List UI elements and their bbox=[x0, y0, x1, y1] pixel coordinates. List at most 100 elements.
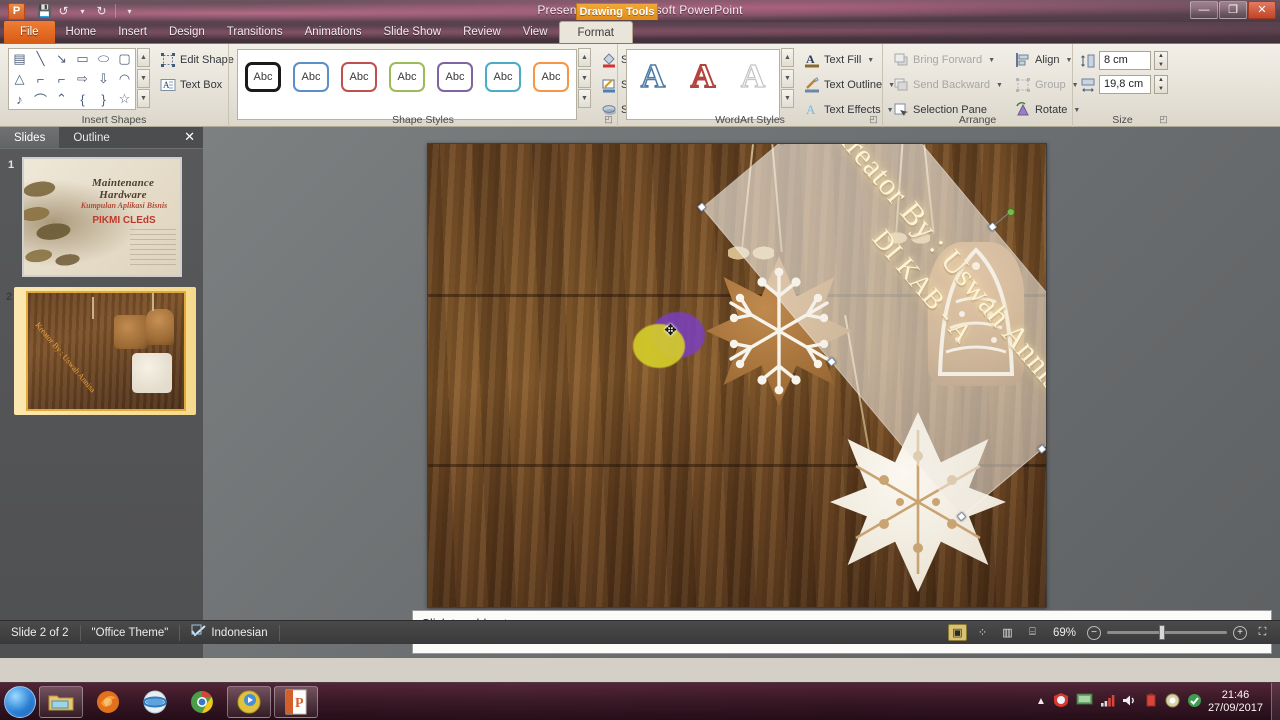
shape-left-brace-icon[interactable]: { bbox=[72, 89, 93, 109]
size-dialog-launcher-icon[interactable]: ◰ bbox=[1158, 114, 1169, 125]
shape-elbow-arrow-icon[interactable]: ⌐ bbox=[51, 69, 72, 89]
shape-oval-icon[interactable]: ⬭ bbox=[93, 49, 114, 69]
shape-line-icon[interactable]: ╲ bbox=[30, 49, 51, 69]
shape-styles-gallery[interactable]: Abc Abc Abc Abc Abc Abc Abc bbox=[237, 49, 577, 120]
slideshow-button[interactable]: ⌸ bbox=[1023, 624, 1042, 641]
tab-file[interactable]: File bbox=[4, 21, 55, 43]
security-icon[interactable] bbox=[1187, 693, 1202, 711]
shape-right-brace-icon[interactable]: } bbox=[93, 89, 114, 109]
shape-height-input[interactable]: 8 cm bbox=[1099, 51, 1151, 70]
tab-review[interactable]: Review bbox=[452, 21, 512, 43]
shapes-gallery-scroll[interactable]: ▲ ▼ ▼ bbox=[137, 48, 150, 108]
internet-explorer-icon[interactable] bbox=[133, 686, 177, 718]
slide-sorter-button[interactable]: ⁘ bbox=[973, 624, 992, 641]
tab-design[interactable]: Design bbox=[158, 21, 216, 43]
network-monitor-icon[interactable] bbox=[1076, 693, 1093, 710]
battery-icon[interactable] bbox=[1144, 693, 1158, 710]
wordart-style-swatch[interactable]: A bbox=[730, 53, 776, 101]
shape-style-swatch[interactable]: Abc bbox=[433, 53, 477, 101]
wordart-style-swatch[interactable]: A bbox=[630, 53, 676, 101]
maximize-button[interactable]: ❐ bbox=[1219, 1, 1247, 19]
zoom-in-button[interactable]: + bbox=[1233, 625, 1247, 640]
update-icon[interactable] bbox=[1165, 693, 1180, 711]
wordart-scroll-down-icon[interactable]: ▼ bbox=[781, 68, 794, 88]
wordart-style-swatch[interactable]: A bbox=[680, 53, 726, 101]
powerpoint-icon[interactable]: P bbox=[274, 685, 318, 718]
height-down-icon[interactable]: ▼ bbox=[1155, 61, 1167, 70]
signal-icon[interactable] bbox=[1100, 694, 1115, 710]
shape-star-icon[interactable]: ☆ bbox=[114, 89, 135, 109]
shape-cloud-icon[interactable]: ◠ bbox=[114, 69, 135, 89]
slide-thumbnail-2[interactable]: 2 Kreator By : Uswah Annisa bbox=[6, 287, 196, 415]
shapes-gallery[interactable]: ▤ ╲ ↘ ▭ ⬭ ▢ △ ⌐ ⌐ ⇨ ⇩ ◠ ♪ ⌒ ⌃ { } ☆ bbox=[8, 48, 136, 110]
slide-thumbnail-1-canvas[interactable]: Maintenance Hardware Kumpulan Aplikasi B… bbox=[22, 157, 182, 277]
shape-arc-icon[interactable]: ⌃ bbox=[51, 89, 72, 109]
normal-view-button[interactable]: ▣ bbox=[947, 624, 967, 641]
shape-right-arrow-icon[interactable]: ⇨ bbox=[72, 69, 93, 89]
shape-height-stepper[interactable]: ▲ ▼ bbox=[1154, 51, 1168, 70]
firefox-icon[interactable] bbox=[86, 686, 130, 718]
shape-style-swatch[interactable]: Abc bbox=[241, 53, 285, 101]
tab-home[interactable]: Home bbox=[55, 21, 108, 43]
shape-style-swatch[interactable]: Abc bbox=[385, 53, 429, 101]
shape-style-swatch[interactable]: Abc bbox=[337, 53, 381, 101]
tab-animations[interactable]: Animations bbox=[294, 21, 373, 43]
shape-width-stepper[interactable]: ▲ ▼ bbox=[1154, 75, 1168, 94]
shape-styles-scroll-up-icon[interactable]: ▲ bbox=[578, 48, 591, 67]
shape-elbow-connector-icon[interactable]: ⌐ bbox=[30, 69, 51, 89]
wordart-styles-scroll[interactable]: ▲ ▼ ▼ bbox=[781, 48, 794, 108]
send-backward-chevron-down-icon[interactable]: ▼ bbox=[996, 82, 1003, 89]
width-up-icon[interactable]: ▲ bbox=[1155, 76, 1167, 85]
reading-view-button[interactable]: ▥ bbox=[998, 624, 1017, 641]
shape-style-swatch[interactable]: Abc bbox=[289, 53, 333, 101]
tab-outline[interactable]: Outline bbox=[59, 127, 123, 148]
google-chrome-icon[interactable] bbox=[180, 686, 224, 718]
bring-forward-button[interactable]: Bring Forward ▼ bbox=[889, 50, 1007, 70]
antivirus-icon[interactable] bbox=[1053, 692, 1069, 711]
shape-styles-more-icon[interactable]: ▼ bbox=[578, 89, 591, 108]
wordart-dialog-launcher-icon[interactable]: ◰ bbox=[868, 114, 879, 125]
zoom-level[interactable]: 69% bbox=[1048, 627, 1081, 639]
wordart-scroll-up-icon[interactable]: ▲ bbox=[781, 48, 794, 67]
show-desktop-button[interactable] bbox=[1271, 682, 1280, 720]
minimize-button[interactable]: — bbox=[1190, 1, 1218, 19]
shape-styles-scroll[interactable]: ▲ ▼ ▼ bbox=[578, 48, 591, 108]
shape-curve-icon[interactable]: ⌒ bbox=[30, 89, 51, 109]
text-fill-chevron-down-icon[interactable]: ▼ bbox=[867, 57, 874, 64]
zoom-out-button[interactable]: − bbox=[1087, 625, 1101, 640]
shape-style-swatch[interactable]: Abc bbox=[481, 53, 525, 101]
shape-textbox-icon[interactable]: ▤ bbox=[9, 49, 30, 69]
shape-down-arrow-icon[interactable]: ⇩ bbox=[93, 69, 114, 89]
shape-styles-dialog-launcher-icon[interactable]: ◰ bbox=[603, 114, 614, 125]
start-orb-icon[interactable] bbox=[4, 685, 36, 718]
volume-icon[interactable] bbox=[1122, 694, 1137, 710]
wordart-more-icon[interactable]: ▼ bbox=[781, 89, 794, 108]
tab-slides[interactable]: Slides bbox=[0, 127, 60, 148]
bring-forward-chevron-down-icon[interactable]: ▼ bbox=[988, 57, 995, 64]
tab-format[interactable]: Format bbox=[558, 21, 633, 43]
media-player-icon[interactable] bbox=[227, 685, 271, 718]
shape-width-input[interactable]: 19,8 cm bbox=[1099, 75, 1151, 94]
tab-insert[interactable]: Insert bbox=[107, 21, 158, 43]
slide-thumbnail-1[interactable]: 1 Maintenance Hardware Kumpulan Aplikasi… bbox=[0, 149, 203, 277]
shape-rectangle-icon[interactable]: ▭ bbox=[72, 49, 93, 69]
shape-style-swatch[interactable]: Abc bbox=[529, 53, 573, 101]
close-pane-icon[interactable]: ✕ bbox=[184, 130, 195, 144]
send-backward-button[interactable]: Send Backward ▼ bbox=[889, 75, 1007, 95]
height-up-icon[interactable]: ▲ bbox=[1155, 52, 1167, 61]
width-down-icon[interactable]: ▼ bbox=[1155, 85, 1167, 94]
shape-triangle-icon[interactable]: △ bbox=[9, 69, 30, 89]
spellcheck-status[interactable]: Indonesian bbox=[180, 624, 280, 641]
wordart-styles-gallery[interactable]: A A A bbox=[626, 49, 780, 120]
shape-styles-scroll-down-icon[interactable]: ▼ bbox=[578, 68, 591, 88]
shapes-scroll-down-icon[interactable]: ▼ bbox=[137, 68, 150, 88]
taskbar-clock[interactable]: 21:46 27/09/2017 bbox=[1208, 689, 1271, 715]
tab-view[interactable]: View bbox=[512, 21, 559, 43]
show-hidden-icons-button[interactable]: ▲ bbox=[1036, 696, 1046, 707]
windows-explorer-icon[interactable] bbox=[39, 685, 83, 718]
slide-counter[interactable]: Slide 2 of 2 bbox=[0, 624, 81, 641]
zoom-slider[interactable] bbox=[1107, 625, 1227, 640]
zoom-slider-knob[interactable] bbox=[1159, 625, 1165, 640]
slide-thumbnail-2-canvas[interactable]: Kreator By : Uswah Annisa bbox=[26, 291, 186, 411]
slide-editing-area[interactable]: Kreator By : Uswah Annisa DI KAB - A ✥ bbox=[203, 127, 1280, 658]
